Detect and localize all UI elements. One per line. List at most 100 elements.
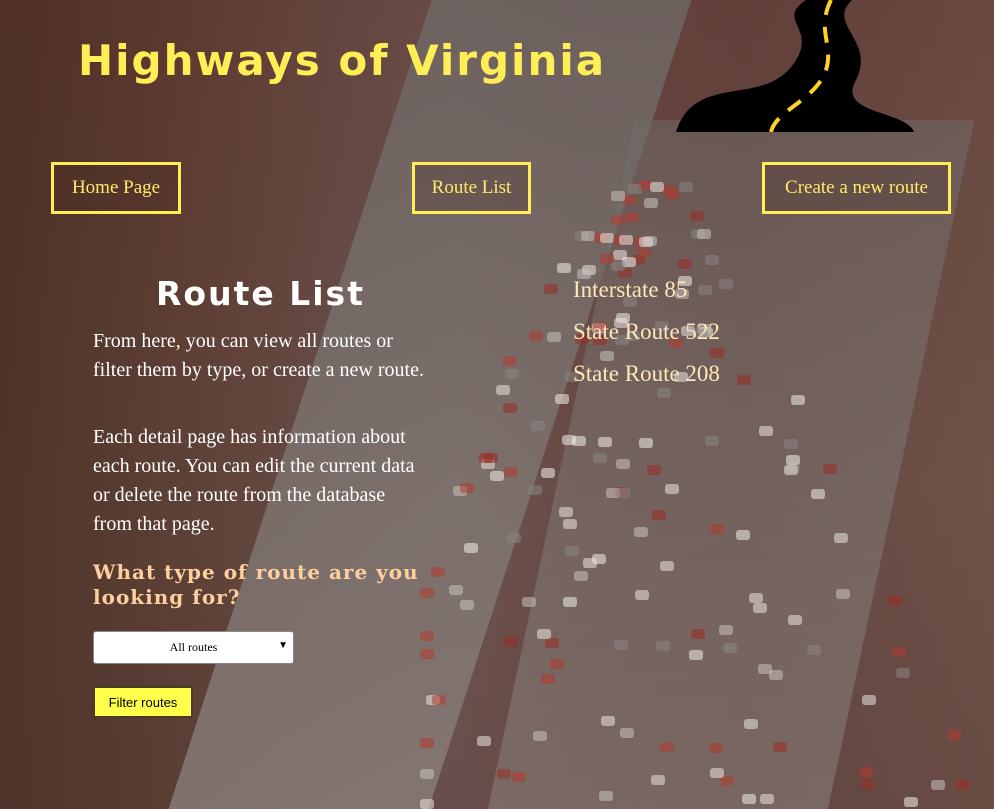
traffic-car (599, 791, 614, 802)
filter-routes-button[interactable]: Filter routes (93, 686, 193, 718)
traffic-car (752, 602, 767, 613)
traffic-car (946, 729, 961, 740)
traffic-car (784, 465, 799, 476)
traffic-car (697, 229, 712, 240)
traffic-car (759, 425, 774, 436)
traffic-car (956, 780, 971, 791)
traffic-car (572, 435, 587, 446)
traffic-car (616, 459, 631, 470)
traffic-car (650, 774, 665, 785)
traffic-car (709, 524, 724, 535)
route-link[interactable]: State Route 522 (573, 319, 720, 345)
traffic-car (565, 545, 580, 556)
traffic-car (563, 519, 578, 530)
traffic-car (556, 262, 571, 273)
traffic-car (860, 778, 875, 789)
traffic-car (652, 510, 667, 521)
traffic-car (477, 735, 492, 746)
traffic-car (611, 215, 626, 226)
traffic-car (624, 212, 639, 223)
traffic-car (698, 285, 712, 296)
traffic-car (502, 402, 517, 413)
winding-road-icon (676, 0, 914, 132)
traffic-car (563, 596, 578, 607)
traffic-car (788, 614, 803, 625)
traffic-car (610, 191, 625, 202)
traffic-car (643, 197, 658, 208)
traffic-car (478, 452, 493, 463)
traffic-car (503, 355, 518, 366)
traffic-car (833, 533, 848, 544)
traffic-car (504, 368, 519, 379)
traffic-car (540, 674, 555, 685)
home-page-button[interactable]: Home Page (51, 162, 181, 214)
traffic-car (690, 211, 705, 222)
traffic-car (430, 566, 445, 577)
traffic-car (497, 768, 512, 779)
traffic-car (420, 768, 434, 779)
traffic-car (705, 435, 720, 446)
traffic-car (622, 194, 637, 205)
traffic-car (657, 388, 672, 399)
traffic-car (719, 278, 734, 289)
traffic-car (704, 254, 719, 265)
traffic-car (758, 663, 773, 674)
traffic-car (659, 741, 674, 752)
route-link[interactable]: Interstate 85 (573, 277, 687, 303)
traffic-car (636, 247, 651, 258)
traffic-car (722, 643, 737, 654)
traffic-car (459, 482, 474, 493)
traffic-car (710, 347, 725, 358)
traffic-car (773, 741, 788, 752)
traffic-car (807, 645, 822, 656)
traffic-car (678, 258, 693, 269)
traffic-car (859, 766, 874, 777)
traffic-car (574, 570, 588, 581)
traffic-car (420, 799, 434, 809)
traffic-car (836, 589, 850, 600)
page-title: Route List (156, 274, 365, 313)
traffic-car (690, 628, 705, 639)
traffic-car (420, 738, 434, 749)
detail-text: Each detail page has information about e… (93, 426, 415, 535)
traffic-car (895, 668, 910, 679)
traffic-car (931, 780, 946, 791)
route-link[interactable]: State Route 208 (573, 361, 720, 387)
traffic-car (656, 640, 670, 651)
traffic-car (495, 384, 510, 395)
traffic-car (639, 237, 654, 248)
traffic-car (614, 639, 629, 650)
traffic-car (823, 464, 838, 475)
traffic-car (506, 533, 521, 544)
traffic-car (646, 465, 661, 476)
traffic-car (527, 485, 542, 496)
traffic-car (742, 793, 757, 804)
traffic-car (666, 190, 681, 201)
traffic-car (582, 558, 597, 569)
chevron-down-icon: ▼ (278, 640, 288, 651)
intro-text: From here, you can view all routes or fi… (93, 330, 424, 381)
traffic-car (597, 436, 612, 447)
traffic-car (619, 728, 634, 739)
traffic-car (420, 631, 434, 642)
create-route-button[interactable]: Create a new route (762, 162, 951, 214)
traffic-car (543, 283, 558, 294)
traffic-car (760, 794, 774, 805)
traffic-car (530, 421, 545, 432)
traffic-car (490, 470, 505, 481)
traffic-car (448, 584, 463, 595)
traffic-car (736, 375, 751, 386)
traffic-car (892, 647, 907, 658)
traffic-car (600, 351, 615, 362)
traffic-car (810, 489, 825, 500)
traffic-car (546, 332, 561, 343)
route-type-select[interactable]: All routes ▼ (93, 631, 294, 664)
traffic-car (549, 659, 564, 670)
traffic-car (545, 638, 560, 649)
traffic-car (460, 599, 475, 610)
traffic-car (709, 742, 724, 753)
traffic-car (610, 260, 625, 271)
route-list-button[interactable]: Route List (412, 162, 531, 214)
traffic-car (679, 182, 694, 193)
traffic-car (634, 527, 649, 538)
